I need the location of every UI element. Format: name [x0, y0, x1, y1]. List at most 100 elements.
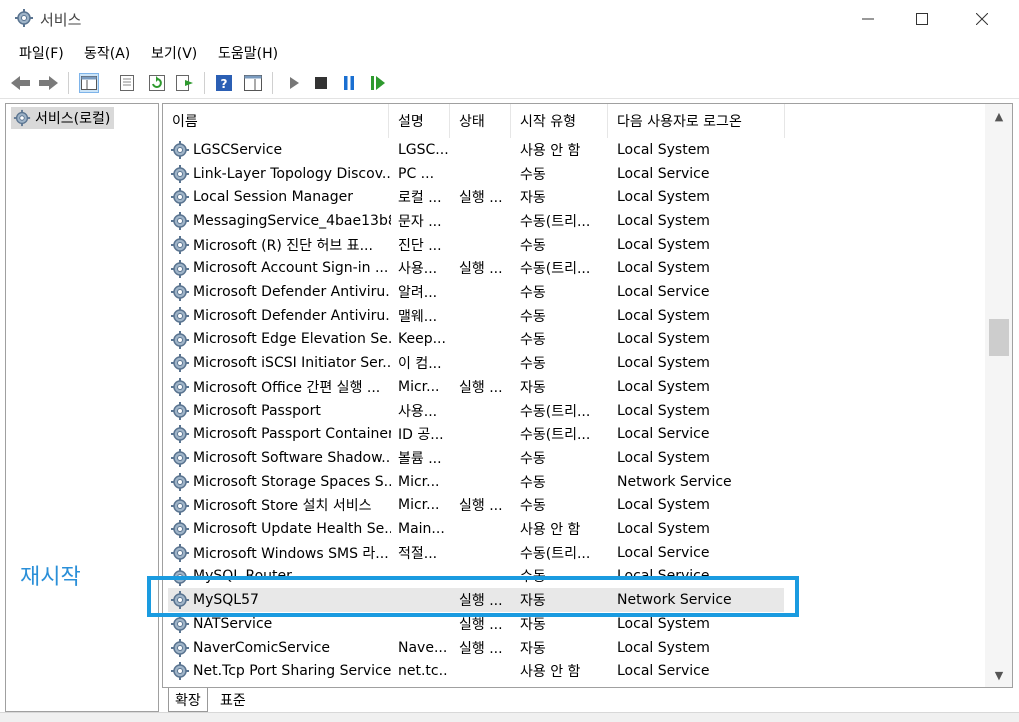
service-status	[459, 351, 507, 375]
table-row[interactable]: Microsoft Defender Antiviru... 맬웨... 수동 Loc…	[163, 304, 985, 328]
table-row[interactable]: Microsoft iSCSI Initiator Ser... 이 컴... 수동…	[163, 351, 985, 375]
table-row[interactable]: Microsoft Storage Spaces S... Micr... 수동 Ne…	[163, 470, 985, 494]
service-name: LGSCService	[193, 141, 283, 158]
column-header-startup-type[interactable]: 시작 유형	[511, 104, 608, 138]
close-button[interactable]	[954, 0, 1010, 38]
service-gear-icon	[170, 614, 190, 634]
service-status	[459, 162, 507, 186]
action-pane-button[interactable]	[243, 73, 263, 93]
close-icon	[976, 13, 988, 25]
restart-service-button[interactable]	[368, 73, 388, 93]
column-header-status[interactable]: 상태	[450, 104, 511, 138]
table-row[interactable]: Local Session Manager 로컬 ... 실행 ... 자동 Local…	[163, 185, 985, 209]
pause-service-button[interactable]	[339, 73, 359, 93]
restart-annotation: 재시작	[20, 565, 81, 590]
tab-standard[interactable]: 표준	[214, 688, 252, 712]
back-button[interactable]	[11, 73, 31, 93]
help-button[interactable]: ?	[214, 73, 234, 93]
maximize-button[interactable]	[894, 0, 950, 38]
svg-text:?: ?	[221, 77, 228, 91]
service-log-on-as: Local System	[617, 331, 710, 348]
minimize-button[interactable]	[840, 0, 896, 38]
status-bar	[0, 712, 1019, 722]
table-row[interactable]: Net.Tcp Port Sharing Service net.tc... 사용 …	[163, 659, 985, 683]
column-header-label: 상태	[459, 114, 485, 130]
window-title: 서비스	[40, 11, 82, 29]
table-row[interactable]: LGSCService LGSC... 사용 안 함 Local System	[163, 138, 985, 162]
service-name: Net.Tcp Port Sharing Service	[193, 663, 391, 680]
export-list-button[interactable]	[175, 73, 195, 93]
refresh-button[interactable]	[147, 73, 167, 93]
scroll-up-icon[interactable]: ▲	[985, 106, 1012, 126]
table-row[interactable]: Microsoft (R) 진단 허브 표... 진단 ... 수동 Local Sy…	[163, 233, 985, 257]
service-name: Microsoft (R) 진단 허브 표...	[193, 237, 373, 254]
service-status: 실행 ...	[459, 640, 503, 657]
column-header-name[interactable]: ˄ 이름	[163, 104, 389, 138]
service-name: Microsoft Storage Spaces S...	[193, 473, 391, 490]
vertical-scrollbar[interactable]: ▲ ▼	[985, 104, 1012, 687]
service-log-on-as: Local System	[617, 236, 710, 253]
service-startup-type: 수동	[520, 285, 546, 302]
table-row[interactable]: NaverComicService Nave... 실행 ... 자동 Local Sy…	[163, 636, 985, 660]
service-gear-icon	[170, 211, 190, 231]
menu-file[interactable]: 파일(F)	[19, 43, 64, 63]
stop-icon	[315, 77, 327, 89]
table-row[interactable]: Microsoft Defender Antiviru... 알려... 수동 Loc…	[163, 280, 985, 304]
service-description: ID 공...	[398, 427, 444, 444]
show-hide-console-tree-button[interactable]	[79, 73, 99, 93]
service-name: Microsoft Passport Container	[193, 426, 391, 443]
service-startup-type: 수동(트리...	[520, 545, 591, 562]
column-header-log-on-as[interactable]: 다음 사용자로 로그온	[608, 104, 785, 138]
service-name: MessagingService_4bae13b8b	[193, 212, 391, 229]
service-description: Micr...	[398, 497, 440, 514]
table-row[interactable]: Microsoft Software Shadow... 볼륨 ... 수동 Loca…	[163, 446, 985, 470]
service-startup-type: 사용 안 함	[520, 522, 581, 539]
console-tree-icon	[81, 76, 97, 90]
tree-node-services-local[interactable]: 서비스(로컬)	[11, 107, 115, 129]
tab-extended[interactable]: 확장	[168, 688, 208, 712]
stop-service-button[interactable]	[311, 73, 331, 93]
service-description: Nave...	[398, 639, 448, 656]
service-startup-type: 수동	[520, 332, 546, 349]
menu-action[interactable]: 동작(A)	[84, 43, 130, 63]
forward-button[interactable]	[38, 73, 58, 93]
service-description: 적절...	[398, 545, 438, 562]
table-row[interactable]: Microsoft Passport Container ID 공... 수동(트리…	[163, 422, 985, 446]
service-status: 실행 ...	[459, 498, 503, 515]
service-status: 실행 ...	[459, 379, 503, 396]
menu-view[interactable]: 보기(V)	[151, 43, 197, 63]
service-status: 실행 ...	[459, 261, 503, 278]
service-description: net.tc...	[398, 663, 448, 680]
service-status	[459, 328, 507, 352]
service-log-on-as: Local Service	[617, 544, 710, 561]
scroll-down-icon[interactable]: ▼	[985, 665, 1012, 685]
table-row[interactable]: Microsoft Store 설치 서비스 Micr... 실행 ... 수동 Loc…	[163, 494, 985, 518]
tree-node-label: 서비스(로컬)	[35, 111, 111, 127]
service-name: Microsoft Defender Antiviru...	[193, 307, 391, 324]
table-row[interactable]: Microsoft Edge Elevation Se... Keep... 수동 L…	[163, 328, 985, 352]
console-tree-pane: 서비스(로컬)	[5, 103, 159, 712]
table-row[interactable]: Microsoft Account Sign-in ... 사용... 실행 ...…	[163, 257, 985, 281]
service-status	[459, 233, 507, 257]
service-description: 사용...	[398, 403, 438, 420]
table-row[interactable]: Microsoft Office 간편 실행 ... Micr... 실행 ... 자…	[163, 375, 985, 399]
table-row[interactable]: Microsoft Passport 사용... 수동(트리... Local Sys…	[163, 399, 985, 423]
table-row[interactable]: Microsoft Windows SMS 라... 적절... 수동(트리... L…	[163, 541, 985, 565]
service-startup-type: 수동	[520, 308, 546, 325]
service-gear-icon	[170, 259, 190, 279]
sort-ascending-icon: ˄	[275, 103, 280, 111]
service-gear-icon	[170, 543, 190, 563]
table-row[interactable]: Microsoft Update Health Se... Main... 사용 안…	[163, 517, 985, 541]
column-header-description[interactable]: 설명	[389, 104, 450, 138]
table-row[interactable]: Link-Layer Topology Discov... PC ... 수동 Loc…	[163, 162, 985, 186]
service-log-on-as: Local System	[617, 402, 710, 419]
scrollbar-thumb[interactable]	[989, 319, 1009, 356]
service-gear-icon	[170, 377, 190, 397]
service-status: 실행 ...	[459, 190, 503, 207]
service-gear-icon	[170, 140, 190, 160]
service-status	[459, 280, 507, 304]
start-service-button[interactable]	[284, 73, 304, 93]
properties-button[interactable]	[117, 73, 137, 93]
menu-help[interactable]: 도움말(H)	[218, 43, 278, 63]
table-row[interactable]: MessagingService_4bae13b8b 문자 ... 수동(트리...…	[163, 209, 985, 233]
